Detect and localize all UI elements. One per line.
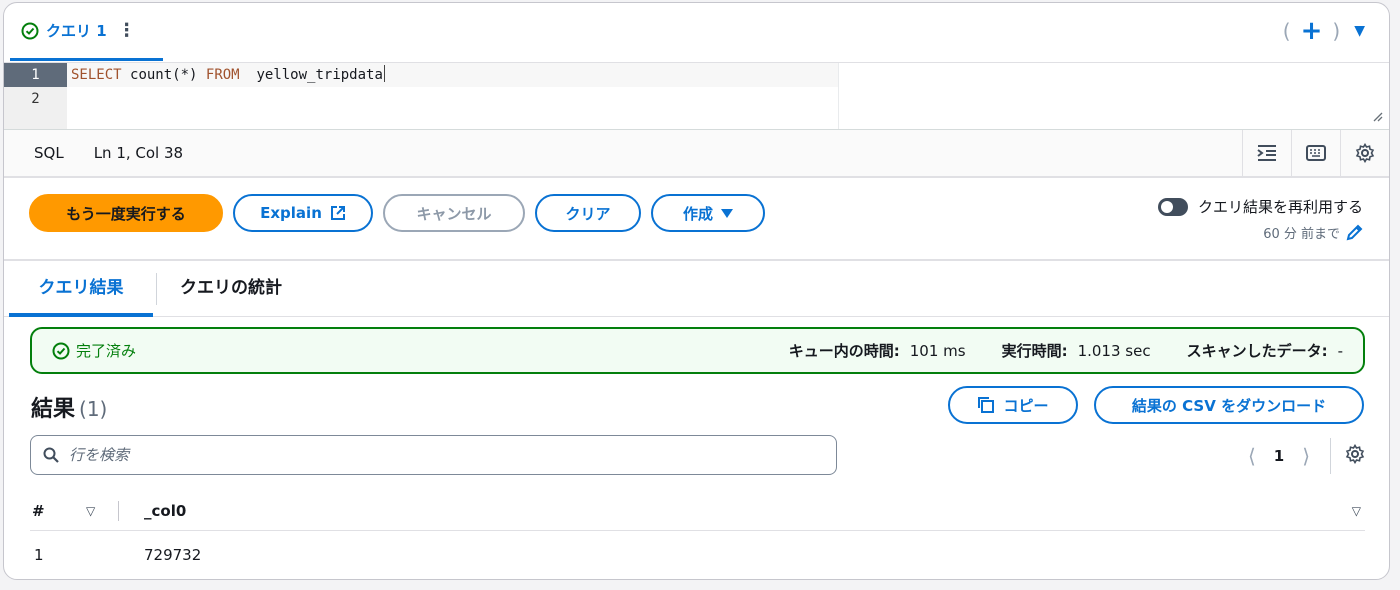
caret-down-icon <box>721 208 733 218</box>
column-header-index: # <box>32 502 45 520</box>
line-number: 1 <box>4 63 67 87</box>
next-page-icon[interactable]: ⟩ <box>1288 444 1324 468</box>
tab-menu-icon[interactable]: ⋮ <box>118 20 136 41</box>
keyboard-icon[interactable] <box>1291 130 1340 176</box>
sql-function: count(*) <box>130 67 198 83</box>
download-csv-button[interactable]: 結果の CSV をダウンロード <box>1094 386 1364 424</box>
reuse-results: クエリ結果を再利用する 60 分 前まで <box>1157 196 1363 242</box>
tab-actions: ( + ) ▼ <box>1282 18 1365 44</box>
create-dropdown-button[interactable]: 作成 <box>651 194 765 232</box>
search-icon <box>43 447 59 463</box>
reuse-age: 60 分 前まで <box>1263 227 1340 242</box>
copy-label: コピー <box>1003 396 1049 415</box>
completed-banner: 完了済み キュー内の時間: 101 ms 実行時間: 1.013 sec スキャンし… <box>30 327 1365 374</box>
table-header: # ▽ _col0 ▽ <box>30 491 1365 531</box>
open-paren: ( <box>1282 19 1291 43</box>
row-index: 1 <box>34 546 44 564</box>
explain-button[interactable]: Explain <box>233 194 373 232</box>
line-number: 2 <box>31 91 40 107</box>
column-resizer[interactable] <box>118 501 119 521</box>
close-paren: ) <box>1332 19 1341 43</box>
editor-print-margin <box>838 63 839 129</box>
query-editor-panel: クエリ 1 ⋮ ( + ) ▼ 1 2 SELECT count(*) FROM… <box>3 2 1390 580</box>
sql-editor[interactable]: 1 2 SELECT count(*) FROM yellow_tripdata <box>4 63 1389 130</box>
queue-time: キュー内の時間: 101 ms <box>789 340 966 361</box>
completed-status: 完了済み <box>52 340 136 361</box>
editor-status-bar: SQL Ln 1, Col 38 <box>4 130 1389 178</box>
reuse-results-label: クエリ結果を再利用する <box>1197 198 1363 216</box>
row-search[interactable] <box>30 435 837 475</box>
check-circle-icon <box>21 22 39 39</box>
pagination: ⟨ 1 ⟩ <box>1234 437 1365 475</box>
query-stats: キュー内の時間: 101 ms 実行時間: 1.013 sec スキャンしたデータ:… <box>789 329 1343 372</box>
cursor-position: Ln 1, Col 38 <box>93 144 184 162</box>
external-link-icon <box>330 206 345 220</box>
queue-time-label: キュー内の時間: <box>788 342 900 360</box>
results-actions: コピー 結果の CSV をダウンロード <box>948 386 1364 424</box>
table-settings-gear-icon[interactable] <box>1345 443 1365 468</box>
sort-icon[interactable]: ▽ <box>86 491 95 531</box>
editor-settings-gear-icon[interactable] <box>1340 130 1389 176</box>
explain-label: Explain <box>260 204 322 222</box>
search-input[interactable] <box>69 446 769 464</box>
pager-divider <box>1330 438 1331 474</box>
language-label: SQL <box>34 144 64 162</box>
add-query-tab-button[interactable]: + <box>1301 18 1323 44</box>
results-count: (1) <box>79 397 108 421</box>
clear-button[interactable]: クリア <box>535 194 641 232</box>
query-tab-bar: クエリ 1 ⋮ ( + ) ▼ <box>4 3 1389 63</box>
results-title: 結果 <box>31 397 76 422</box>
format-query-icon[interactable] <box>1242 130 1291 176</box>
copy-icon <box>978 397 995 413</box>
exec-time-value: 1.013 sec <box>1077 342 1151 360</box>
data-scanned-value: - <box>1337 342 1343 360</box>
column-header-col0[interactable]: _col0 <box>144 491 186 531</box>
table-row: 1 729732 <box>30 532 1365 578</box>
cancel-button[interactable]: キャンセル <box>383 194 525 232</box>
copy-button[interactable]: コピー <box>948 386 1078 424</box>
data-scanned-label: スキャンしたデータ: <box>1186 342 1328 360</box>
query-tab-1[interactable]: クエリ 1 ⋮ <box>10 3 163 61</box>
reuse-results-toggle[interactable] <box>1157 197 1188 216</box>
sort-icon[interactable]: ▽ <box>1352 491 1361 531</box>
sql-table-name: yellow_tripdata <box>256 67 383 83</box>
tab-separator <box>156 273 157 305</box>
resize-handle-icon[interactable] <box>1371 110 1383 125</box>
exec-time: 実行時間: 1.013 sec <box>1002 340 1151 361</box>
query-actions: もう一度実行する Explain キャンセル クリア 作成 <box>29 194 765 232</box>
result-tabs: クエリ結果 クエリの統計 <box>4 261 1389 317</box>
results-heading: 結果 (1) <box>31 391 107 423</box>
cell-col0: 729732 <box>144 546 202 564</box>
prev-page-icon[interactable]: ⟨ <box>1234 444 1270 468</box>
editor-toolbar <box>1242 130 1389 176</box>
text-cursor <box>383 65 385 82</box>
tab-query-results[interactable]: クエリ結果 <box>9 261 153 317</box>
exec-time-label: 実行時間: <box>1001 342 1068 360</box>
completed-label: 完了済み <box>76 342 137 360</box>
current-page[interactable]: 1 <box>1270 447 1288 465</box>
queue-time-value: 101 ms <box>909 342 966 360</box>
edit-pencil-icon[interactable] <box>1346 224 1363 241</box>
query-tab-label: クエリ 1 <box>46 22 107 40</box>
create-label: 作成 <box>682 204 713 223</box>
code-line[interactable] <box>67 87 71 111</box>
check-circle-icon <box>52 342 70 359</box>
tab-dropdown-icon[interactable]: ▼ <box>1354 23 1365 39</box>
run-again-button[interactable]: もう一度実行する <box>29 194 223 232</box>
tab-query-stats[interactable]: クエリの統計 <box>180 261 282 317</box>
sql-keyword: SELECT <box>71 67 122 83</box>
data-scanned: スキャンしたデータ: - <box>1187 340 1343 361</box>
line-gutter: 1 2 <box>4 63 67 129</box>
code-line[interactable]: SELECT count(*) FROM yellow_tripdata <box>67 63 839 87</box>
sql-keyword: FROM <box>205 67 240 83</box>
